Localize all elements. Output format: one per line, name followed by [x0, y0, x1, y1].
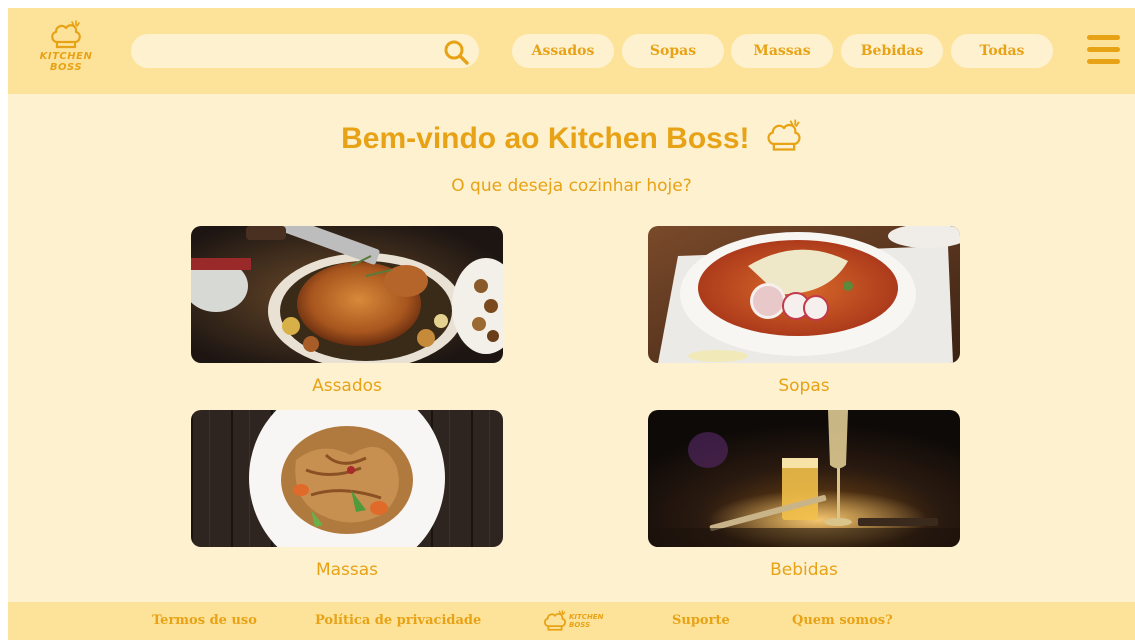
footer-link-suporte[interactable]: Suporte: [672, 612, 730, 630]
footer-link-privacidade[interactable]: Política de privacidade: [315, 612, 481, 630]
card-label-sopas: Sopas: [778, 376, 830, 396]
footer-logo[interactable]: KITCHEN BOSS: [543, 608, 613, 634]
logo-text-boss: BOSS: [49, 62, 83, 73]
welcome-heading: Bem-vindo ao Kitchen Boss!: [8, 119, 1135, 158]
assados-image: [191, 226, 503, 363]
chef-hat-icon: [51, 20, 81, 49]
chef-hat-icon: [544, 610, 566, 631]
footer: Termos de uso Política de privacidade KI…: [8, 602, 1135, 640]
category-pill-massas[interactable]: Massas: [731, 34, 833, 68]
welcome-text: Bem-vindo ao Kitchen Boss!: [341, 122, 750, 155]
card-label-massas: Massas: [315, 560, 379, 580]
card-label-bebidas: Bebidas: [770, 560, 838, 580]
logo-text-kitchen: KITCHEN: [39, 51, 93, 62]
sopas-image: [648, 226, 960, 363]
footer-logo-kitchen: KITCHEN: [569, 613, 604, 621]
subtitle: O que deseja cozinhar hoje?: [451, 176, 692, 196]
footer-link-quem-somos[interactable]: Quem somos?: [792, 612, 893, 630]
header: KITCHEN BOSS Assados Sopas Massas Bebida…: [8, 8, 1135, 94]
category-pill-assados[interactable]: Assados: [512, 34, 614, 68]
category-pill-sopas[interactable]: Sopas: [622, 34, 724, 68]
search-icon[interactable]: [443, 39, 469, 65]
search-bar: [131, 34, 479, 68]
bebidas-image: [648, 410, 960, 547]
hamburger-menu-icon[interactable]: [1087, 35, 1120, 65]
massas-image: [191, 410, 503, 547]
category-pill-bebidas[interactable]: Bebidas: [841, 34, 943, 68]
search-input[interactable]: [147, 41, 437, 61]
page-frame: KITCHEN BOSS Assados Sopas Massas Bebida…: [8, 8, 1135, 640]
category-pill-todas[interactable]: Todas: [951, 34, 1053, 68]
card-label-assados: Assados: [312, 376, 382, 396]
kitchen-boss-logo[interactable]: KITCHEN BOSS: [38, 20, 94, 82]
chef-hat-icon: [767, 119, 801, 151]
footer-link-termos[interactable]: Termos de uso: [152, 612, 257, 630]
footer-logo-boss: BOSS: [569, 621, 591, 629]
